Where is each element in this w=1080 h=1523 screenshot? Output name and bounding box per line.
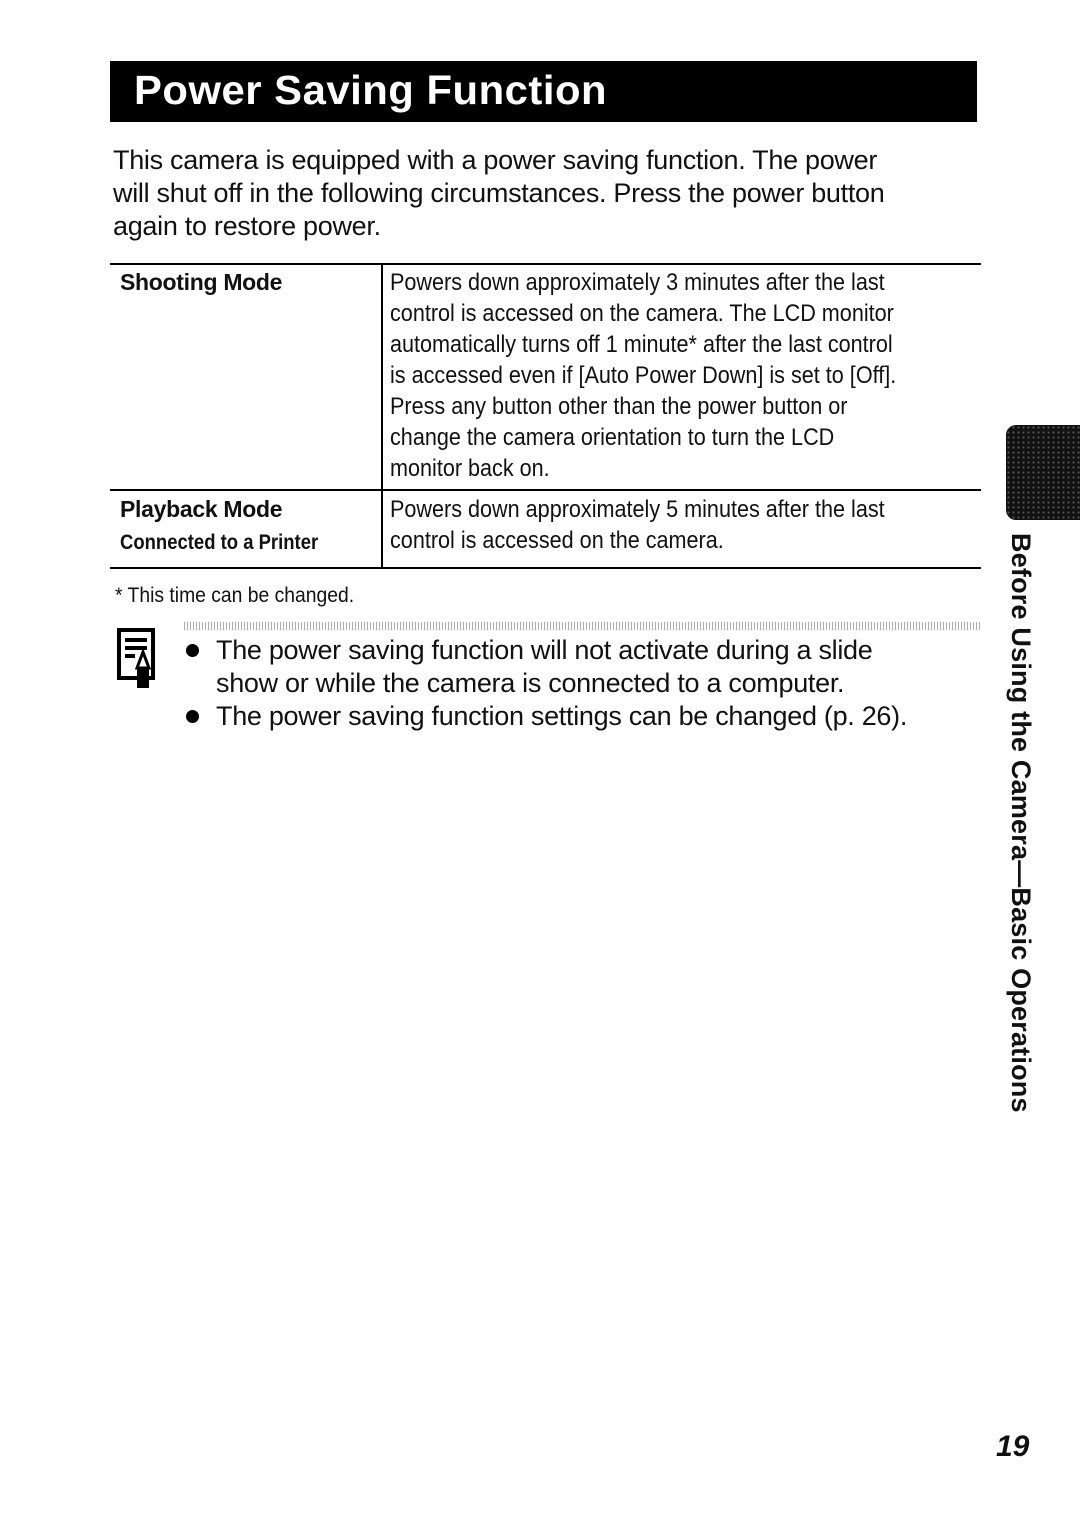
- note-line: The power saving function will not activ…: [216, 635, 873, 665]
- bullet-icon: [186, 710, 199, 723]
- footnote: * This time can be changed.: [115, 584, 355, 607]
- section-title-bar: Power Saving Function: [110, 61, 977, 122]
- chapter-side-label: Before Using the Camera—Basic Operations: [1006, 533, 1036, 1113]
- table-top-rule: [110, 263, 981, 265]
- description-line: monitor back on.: [390, 455, 550, 482]
- note-item: The power saving function will not activ…: [186, 634, 986, 700]
- description-line: Press any button other than the power bu…: [390, 393, 848, 420]
- note-line: The power saving function settings can b…: [216, 701, 908, 731]
- bullet-icon: [186, 644, 199, 657]
- table-row-rule: [110, 489, 981, 491]
- intro-line: will shut off in the following circumsta…: [113, 178, 885, 208]
- row-label: Shooting Mode: [120, 269, 283, 295]
- memo-pencil-icon: [117, 628, 162, 688]
- chapter-tab: [1006, 425, 1080, 520]
- note-divider-hatch: [184, 622, 980, 630]
- description-line: Powers down approximately 3 minutes afte…: [390, 269, 885, 296]
- page-number: 19: [996, 1430, 1030, 1463]
- description-line: is accessed even if [Auto Power Down] is…: [390, 362, 897, 389]
- row-description: Powers down approximately 5 minutes afte…: [390, 494, 930, 556]
- note-item: The power saving function settings can b…: [186, 700, 986, 733]
- description-line: control is accessed on the camera.: [390, 527, 724, 554]
- intro-paragraph: This camera is equipped with a power sav…: [113, 144, 983, 243]
- description-line: control is accessed on the camera. The L…: [390, 300, 894, 327]
- row-sublabel: Connected to a Printer: [120, 531, 319, 554]
- row-description: Powers down approximately 3 minutes afte…: [390, 267, 930, 484]
- notes-list: The power saving function will not activ…: [186, 634, 986, 733]
- intro-line: again to restore power.: [113, 211, 381, 241]
- table-column-divider: [381, 263, 383, 568]
- description-line: automatically turns off 1 minute* after …: [390, 331, 893, 358]
- intro-line: This camera is equipped with a power sav…: [113, 145, 878, 175]
- description-line: change the camera orientation to turn th…: [390, 424, 835, 451]
- note-line: show or while the camera is connected to…: [216, 668, 845, 698]
- section-title: Power Saving Function: [134, 67, 608, 113]
- row-label: Playback Mode: [120, 496, 283, 522]
- description-line: Powers down approximately 5 minutes afte…: [390, 496, 885, 523]
- table-bottom-rule: [110, 567, 981, 569]
